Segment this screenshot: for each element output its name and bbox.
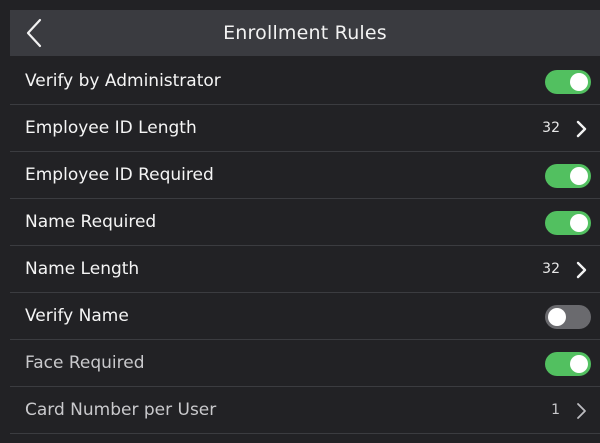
row-label: Verify by Administrator bbox=[25, 71, 221, 91]
name-length-value: 32 bbox=[542, 261, 560, 277]
settings-list: Verify by Administrator Employee ID Leng… bbox=[10, 58, 600, 434]
row-employee-id-required: Employee ID Required bbox=[10, 152, 600, 199]
row-card-number-per-user[interactable]: Card Number per User 1 bbox=[10, 387, 600, 434]
chevron-right-icon bbox=[574, 119, 588, 139]
toggle-knob bbox=[570, 355, 588, 373]
header-bar: Enrollment Rules bbox=[10, 10, 600, 56]
toggle-knob bbox=[548, 308, 566, 326]
row-label: Card Number per User bbox=[25, 400, 217, 420]
employee-id-length-value: 32 bbox=[542, 120, 560, 136]
chevron-right-icon bbox=[574, 401, 588, 421]
row-label: Face Required bbox=[25, 353, 145, 373]
employee-id-required-toggle[interactable] bbox=[545, 164, 591, 188]
enrollment-rules-screen: Enrollment Rules Verify by Administrator… bbox=[0, 0, 600, 443]
row-label: Verify Name bbox=[25, 306, 129, 326]
row-label: Employee ID Length bbox=[25, 118, 197, 138]
row-verify-by-administrator: Verify by Administrator bbox=[10, 58, 600, 105]
row-label: Employee ID Required bbox=[25, 165, 214, 185]
card-number-per-user-value: 1 bbox=[551, 402, 560, 418]
name-required-toggle[interactable] bbox=[545, 211, 591, 235]
row-face-required: Face Required bbox=[10, 340, 600, 387]
chevron-right-icon bbox=[574, 260, 588, 280]
toggle-knob bbox=[570, 167, 588, 185]
row-verify-name: Verify Name bbox=[10, 293, 600, 340]
row-name-required: Name Required bbox=[10, 199, 600, 246]
verify-name-toggle[interactable] bbox=[545, 305, 591, 329]
row-employee-id-length[interactable]: Employee ID Length 32 bbox=[10, 105, 600, 152]
toggle-knob bbox=[570, 214, 588, 232]
face-required-toggle[interactable] bbox=[545, 352, 591, 376]
row-label: Name Required bbox=[25, 212, 157, 232]
row-label: Name Length bbox=[25, 259, 140, 279]
toggle-knob bbox=[570, 73, 588, 91]
verify-by-administrator-toggle[interactable] bbox=[545, 70, 591, 94]
row-name-length[interactable]: Name Length 32 bbox=[10, 246, 600, 293]
page-title: Enrollment Rules bbox=[223, 22, 387, 44]
